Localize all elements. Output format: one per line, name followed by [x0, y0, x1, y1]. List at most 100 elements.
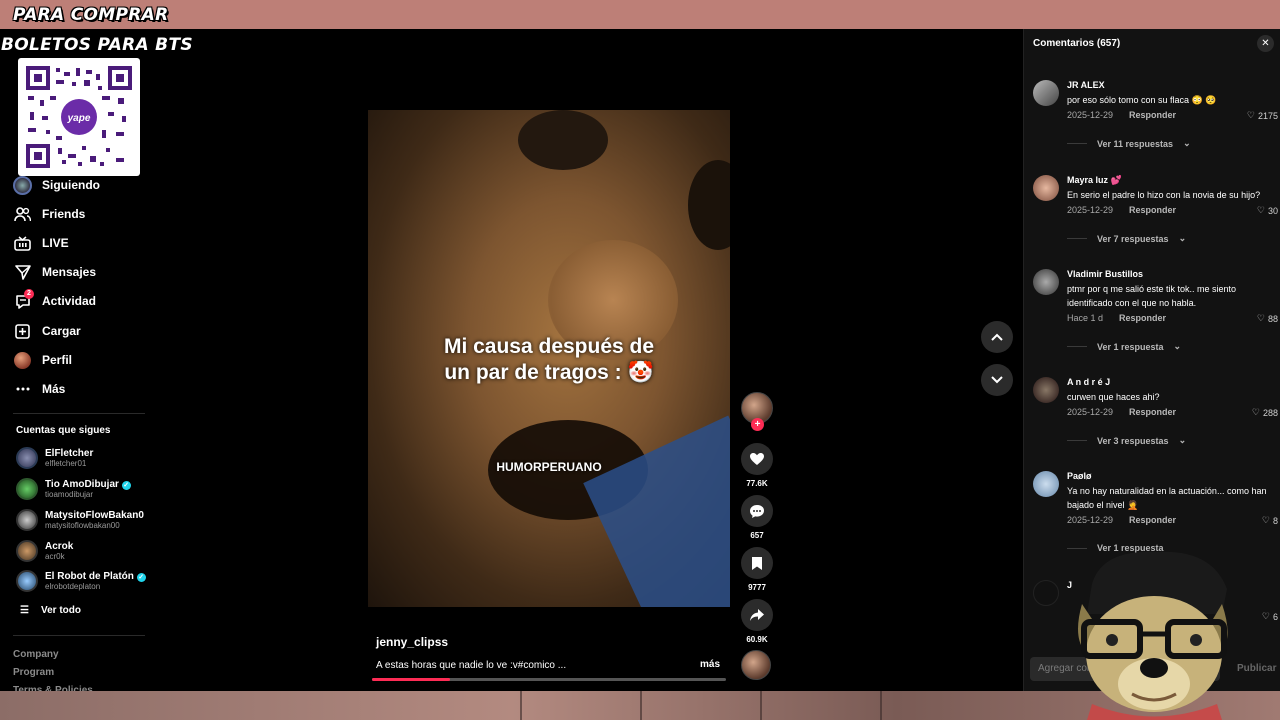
comment-user[interactable]: Mayra luz 💕 — [1067, 175, 1122, 186]
reply-button[interactable]: Responder — [1129, 407, 1176, 417]
reply-button[interactable]: Responder — [1129, 205, 1176, 215]
decor-line — [640, 691, 642, 720]
comment-like-count: 2175 — [1257, 110, 1278, 121]
live-icon — [13, 234, 32, 253]
share-button[interactable]: 60.9K — [741, 599, 773, 644]
sidebar-item-mensajes[interactable]: Mensajes — [13, 261, 96, 283]
comment-like-button[interactable]: ♡ 6 — [1262, 611, 1278, 622]
activity-icon: 2 — [13, 288, 34, 311]
sidebar-item-label: LIVE — [42, 236, 69, 250]
sidebar-item-label: Actividad — [42, 294, 97, 308]
avatar — [741, 650, 771, 680]
view-replies-button[interactable]: Ver 3 respuestas ⌄ — [1067, 435, 1186, 446]
more-icon — [13, 380, 32, 399]
decor-line — [760, 691, 762, 720]
previous-video-button[interactable] — [981, 321, 1013, 353]
comment-user[interactable]: A n d r é J — [1067, 377, 1110, 387]
video-frame-shape — [518, 110, 608, 170]
sidebar-divider — [13, 635, 145, 636]
sidebar-item-label: Cargar — [42, 324, 81, 338]
bookmark-button[interactable]: 9777 — [741, 547, 773, 592]
sidebar-item-label: Siguiendo — [42, 178, 100, 192]
view-replies-button[interactable]: Ver 1 respuesta ⌄ — [1067, 341, 1181, 352]
chevron-down-icon: ⌄ — [1178, 233, 1187, 243]
followed-account[interactable]: ElFletcher elfletcher01 — [16, 447, 93, 469]
avatar[interactable] — [1033, 80, 1059, 106]
more-button[interactable]: más — [700, 659, 720, 670]
sidebar-divider — [13, 413, 145, 414]
followed-account[interactable]: Tio AmoDibujar ✓ tioamodibujar — [16, 478, 131, 500]
share-icon — [741, 599, 773, 631]
comment-text: ptmr por q me salió este tik tok.. me si… — [1067, 284, 1237, 308]
like-button[interactable]: 77.6K — [741, 443, 773, 488]
sidebar-item-live[interactable]: LIVE — [13, 232, 69, 254]
followed-account[interactable]: Acrok acr0k — [16, 540, 73, 562]
comment-icon — [741, 495, 773, 527]
comment-user[interactable]: JR ALEX — [1067, 80, 1105, 90]
followed-account[interactable]: El Robot de Platón ✓ elrobotdeplaton — [16, 570, 146, 592]
video-player[interactable]: Mi causa después de un par de tragos : 🤡… — [368, 110, 730, 607]
video-author[interactable]: jenny_clipss — [376, 635, 448, 649]
avatar[interactable] — [1033, 377, 1059, 403]
footer-link-company[interactable]: Company — [13, 649, 59, 660]
sidebar-item-siguiendo[interactable]: Siguiendo — [13, 174, 100, 196]
avatar — [16, 509, 38, 531]
sidebar-item-mas[interactable]: Más — [13, 378, 65, 400]
video-caption-line: un par de tragos : 🤡 — [444, 361, 654, 384]
avatar[interactable] — [1033, 269, 1059, 295]
sidebar-item-perfil[interactable]: Perfil — [13, 349, 72, 371]
view-replies-button[interactable]: Ver 11 respuestas ⌄ — [1067, 138, 1191, 149]
comment-date: Hace 1 d — [1067, 313, 1104, 323]
reply-button[interactable]: Responder — [1129, 110, 1176, 120]
account-handle: matysitoflowbakan00 — [45, 520, 120, 530]
comment-user[interactable]: Vladimir Bustillos — [1067, 269, 1143, 279]
reply-line — [1067, 346, 1087, 347]
comment-button[interactable]: 657 — [741, 495, 773, 540]
post-comment-button[interactable]: Publicar — [1237, 663, 1276, 674]
sidebar-item-friends[interactable]: Friends — [13, 203, 85, 225]
account-handle: acr0k — [45, 551, 65, 561]
creator-avatar-button[interactable]: + — [741, 392, 773, 431]
avatar[interactable] — [1033, 471, 1059, 497]
reply-button[interactable]: Responder — [1129, 515, 1176, 525]
close-comments-button[interactable]: ✕ — [1257, 35, 1274, 52]
comment-like-button[interactable]: ♡ 8 — [1262, 515, 1278, 526]
sidebar-item-label: Más — [42, 382, 66, 396]
account-handle: tioamodibujar — [45, 489, 94, 499]
avatar — [16, 447, 38, 469]
account-name: El Robot de Platón — [45, 570, 134, 582]
video-caption-line: Mi causa después de — [443, 335, 655, 358]
avatar[interactable] — [1033, 175, 1059, 201]
view-replies-label: Ver 3 respuestas — [1097, 435, 1169, 446]
comment-count: 657 — [750, 531, 764, 540]
footer-link-program[interactable]: Program — [13, 667, 54, 678]
next-video-button[interactable] — [981, 364, 1013, 396]
heart-outline-icon: ♡ — [1256, 205, 1265, 215]
next-creator-avatar[interactable] — [741, 650, 773, 680]
comment-like-button[interactable]: ♡ 88 — [1257, 313, 1278, 324]
comment-text: curwen que haces ahi? — [1067, 392, 1160, 402]
comment-like-button[interactable]: ♡ 2175 — [1247, 110, 1278, 121]
see-all-link[interactable]: ☰ Ver todo — [20, 605, 81, 616]
followed-account[interactable]: MatysitoFlowBakan0 matysitoflowbakan00 — [16, 509, 144, 531]
sidebar-item-label: Perfil — [42, 353, 73, 367]
comment-date: 2025-12-29 — [1067, 110, 1114, 120]
comment-like-button[interactable]: ♡ 288 — [1252, 407, 1278, 418]
view-replies-label: Ver 11 respuestas — [1097, 138, 1174, 149]
comments-title: Comentarios (657) — [1033, 38, 1121, 49]
bookmark-icon — [741, 547, 773, 579]
reply-button[interactable]: Responder — [1119, 313, 1166, 323]
video-progress-bar[interactable] — [372, 678, 726, 681]
sidebar-item-cargar[interactable]: Cargar — [13, 320, 81, 342]
promo-text-line2: BOLETOS PARA BTS — [1, 35, 193, 55]
follow-plus-icon[interactable]: + — [751, 418, 764, 431]
comment-item: JR ALEX por eso sólo tomo con su flaca 😳… — [1033, 80, 1278, 160]
video-caption: Mi causa después de un par de tragos : 🤡 — [368, 334, 730, 386]
view-replies-button[interactable]: Ver 7 respuestas ⌄ — [1067, 233, 1186, 244]
sidebar-item-actividad[interactable]: 2 Actividad — [13, 288, 97, 312]
avatar[interactable] — [1033, 580, 1059, 606]
video-watermark: HUMORPERUANO — [496, 460, 602, 474]
comment-like-count: 288 — [1262, 407, 1278, 418]
comment-like-button[interactable]: ♡ 30 — [1257, 205, 1278, 216]
comment-user[interactable]: Paølø — [1067, 471, 1092, 481]
